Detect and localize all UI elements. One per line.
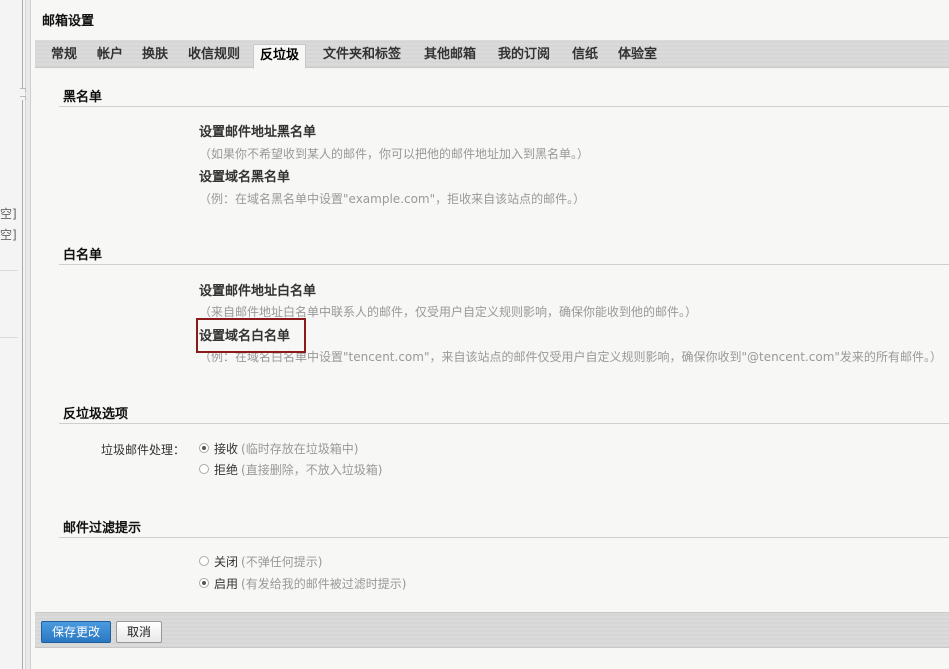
radio-button[interactable] <box>199 556 209 566</box>
tab-skin[interactable]: 换肤 <box>136 44 174 68</box>
tab-stationery[interactable]: 信纸 <box>566 44 604 68</box>
tab-antispam[interactable]: 反垃圾 <box>253 44 307 69</box>
tab-subscriptions[interactable]: 我的订阅 <box>492 44 556 68</box>
sidebar-separator <box>0 337 18 338</box>
blacklist-domain-link[interactable]: 设置域名黑名单 <box>199 166 290 185</box>
spam-handling-label: 垃圾邮件处理： <box>101 443 186 457</box>
radio-button[interactable] <box>199 578 209 588</box>
section-divider <box>59 537 949 538</box>
tab-account[interactable]: 帐户 <box>91 44 129 68</box>
sidebar-notch <box>20 96 26 100</box>
whitelist-domain-link[interactable]: 设置域名白名单 <box>199 325 290 344</box>
sidebar-text: 空] <box>0 207 17 221</box>
whitelist-domain-desc: （例：在域名白名单中设置"tencent.com"，来自该站点的邮件仅受用户自定… <box>199 350 942 364</box>
save-button[interactable]: 保存更改 <box>41 621 111 643</box>
blacklist-domain-desc: （例：在域名黑名单中设置"example.com"，拒收来自该站点的邮件。） <box>199 192 586 206</box>
spam-accept-option[interactable]: 接收 (临时存放在垃圾箱中) <box>199 440 358 456</box>
blacklist-address-desc: （如果你不希望收到某人的邮件，你可以把他的邮件地址加入到黑名单。） <box>199 147 590 161</box>
section-divider <box>59 423 949 424</box>
tab-general[interactable]: 常规 <box>45 44 83 68</box>
option-label: 接收 <box>214 441 239 456</box>
tab-folders-labels[interactable]: 文件夹和标签 <box>317 44 407 68</box>
sidebar-text: 空] <box>0 228 17 242</box>
blacklist-address-link[interactable]: 设置邮件地址黑名单 <box>199 121 316 140</box>
option-note: (直接删除，不放入垃圾箱) <box>241 462 383 477</box>
section-divider <box>59 264 949 265</box>
option-label: 拒绝 <box>214 462 239 477</box>
option-label: 启用 <box>214 576 239 591</box>
cancel-button[interactable]: 取消 <box>116 621 162 643</box>
blacklist-heading: 黑名单 <box>63 90 103 105</box>
option-label: 关闭 <box>214 554 239 569</box>
action-bar: 保存更改 取消 <box>35 612 949 648</box>
settings-panel: 邮箱设置 常规 帐户 换肤 收信规则 反垃圾 文件夹和标签 其他邮箱 我的订阅 … <box>30 0 949 669</box>
whitelist-address-desc: （来自邮件地址白名单中联系人的邮件，仅受用户自定义规则影响，确保你能收到他的邮件… <box>199 305 698 319</box>
spam-reject-option[interactable]: 拒绝 (直接删除，不放入垃圾箱) <box>199 461 382 477</box>
filter-off-option[interactable]: 关闭 (不弹任何提示) <box>199 553 322 569</box>
tab-other-mailboxes[interactable]: 其他邮箱 <box>418 44 482 68</box>
option-note: (不弹任何提示) <box>241 554 323 569</box>
filter-on-option[interactable]: 启用 (有发给我的邮件被过滤时提示) <box>199 575 406 591</box>
sidebar-divider <box>22 0 23 88</box>
radio-button[interactable] <box>199 464 209 474</box>
option-note: (有发给我的邮件被过滤时提示) <box>241 576 407 591</box>
tab-rules[interactable]: 收信规则 <box>182 44 246 68</box>
tab-lab[interactable]: 体验室 <box>612 44 663 68</box>
whitelist-heading: 白名单 <box>63 248 103 263</box>
page-title: 邮箱设置 <box>42 14 95 29</box>
settings-tab-bar: 常规 帐户 换肤 收信规则 反垃圾 文件夹和标签 其他邮箱 我的订阅 信纸 体验… <box>35 40 949 69</box>
sidebar-notch <box>20 88 26 92</box>
radio-button[interactable] <box>199 443 209 453</box>
whitelist-address-link[interactable]: 设置邮件地址白名单 <box>199 280 316 299</box>
option-note: (临时存放在垃圾箱中) <box>241 441 359 456</box>
antispam-heading: 反垃圾选项 <box>63 407 129 422</box>
section-divider <box>59 106 949 107</box>
sidebar-divider <box>22 100 23 669</box>
sidebar-separator <box>0 270 18 271</box>
filter-prompt-heading: 邮件过滤提示 <box>63 521 142 536</box>
left-sidebar-edge: 空] 空] <box>0 0 26 669</box>
